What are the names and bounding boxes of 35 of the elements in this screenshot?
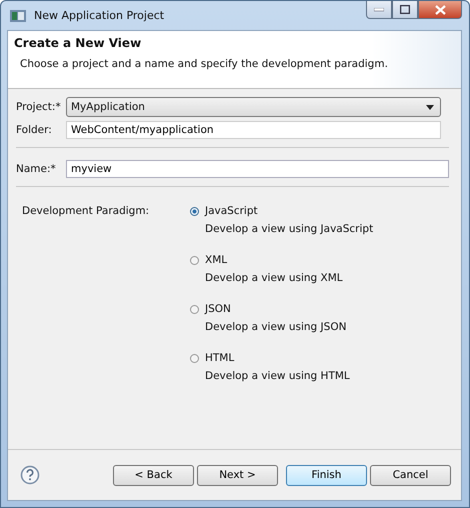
maximize-icon <box>400 5 410 14</box>
radio-button[interactable] <box>190 354 199 362</box>
radio-button[interactable] <box>190 206 199 216</box>
dialog-button[interactable]: Finish <box>286 464 367 486</box>
dialog-button[interactable]: < Back <box>113 464 194 486</box>
option-description: Develop a view using JavaScript <box>205 223 374 235</box>
option-label: XML <box>205 254 228 266</box>
folder-field[interactable]: WebContent/myapplication <box>66 121 441 139</box>
option-description: Develop a view using XML <box>205 272 344 284</box>
page-title: Create a New View <box>14 36 142 50</box>
name-field[interactable]: myview <box>66 160 449 178</box>
help-icon[interactable] <box>20 465 40 485</box>
project-dropdown[interactable]: MyApplication <box>66 97 441 117</box>
radio-button[interactable] <box>190 256 199 264</box>
option-label: JavaScript <box>205 205 258 217</box>
field-label: Name:* <box>16 163 57 175</box>
maximize-button[interactable] <box>392 1 418 19</box>
paradigm-label: Development Paradigm: <box>22 205 150 219</box>
caret-icon <box>426 104 434 110</box>
page-description: Choose a project and a name and specify the development paradigm. <box>20 58 389 70</box>
dialog-button[interactable]: Next > <box>197 464 278 486</box>
minimize-icon <box>374 8 384 12</box>
window-title: New Application Project <box>34 9 164 22</box>
option-label: HTML <box>205 352 234 364</box>
radio-button[interactable] <box>190 304 199 314</box>
dialog-button[interactable]: Cancel <box>370 464 451 486</box>
close-button[interactable] <box>418 1 462 19</box>
option-description: Develop a view using HTML <box>205 370 351 382</box>
close-icon <box>434 4 446 14</box>
minimize-button[interactable] <box>366 1 392 19</box>
window-icon <box>10 10 26 22</box>
option-description: Develop a view using JSON <box>205 321 348 333</box>
option-label: JSON <box>205 303 231 315</box>
field-label: Folder: <box>16 124 53 136</box>
field-label: Project:* <box>16 101 62 113</box>
